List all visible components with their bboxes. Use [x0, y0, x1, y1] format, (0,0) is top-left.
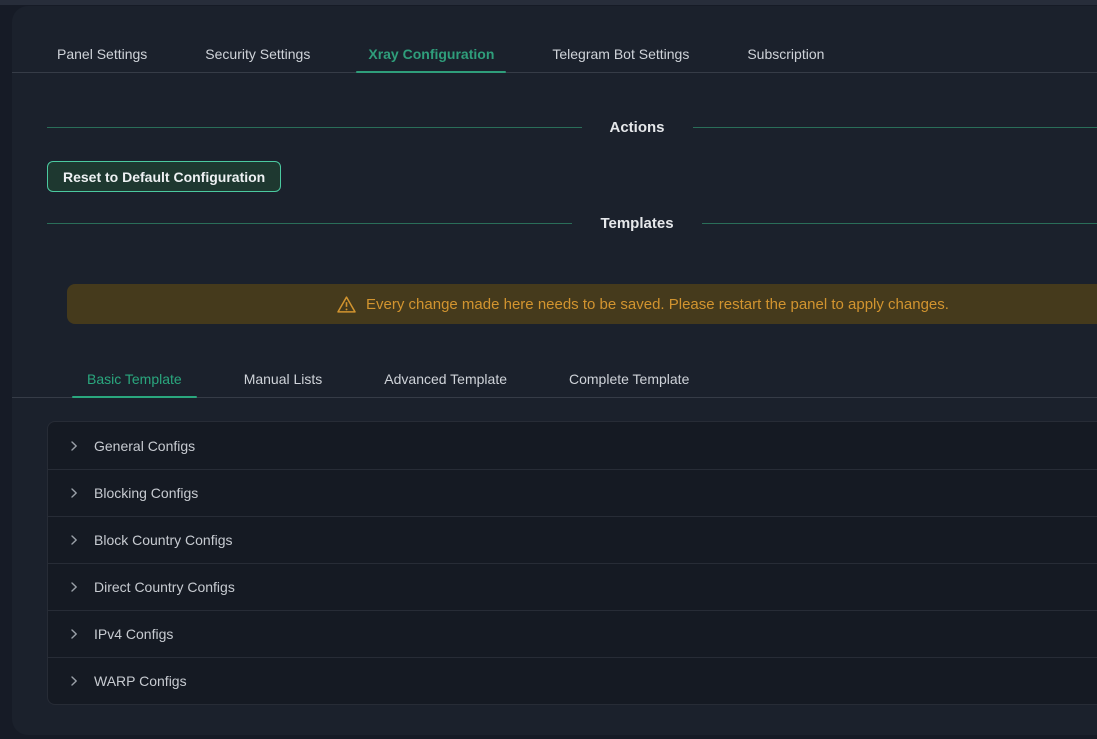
tab-telegram-bot-settings[interactable]: Telegram Bot Settings [540, 36, 701, 72]
tab-label: Complete Template [569, 371, 689, 387]
tab-manual-lists[interactable]: Manual Lists [229, 362, 338, 397]
collapse-header-general-configs[interactable]: General Configs [48, 422, 1097, 469]
template-tabs-bar: Basic Template Manual Lists Advanced Tem… [12, 362, 1097, 398]
chevron-right-icon [68, 581, 80, 593]
collapse-header-ipv4-configs[interactable]: IPv4 Configs [48, 610, 1097, 657]
divider-line [47, 127, 582, 128]
tab-label: Panel Settings [57, 46, 147, 62]
tab-label: Basic Template [87, 371, 182, 387]
templates-section-title: Templates [572, 215, 701, 232]
chevron-right-icon [68, 675, 80, 687]
tab-label: Subscription [747, 46, 824, 62]
actions-section-title: Actions [582, 119, 693, 136]
config-collapse-panel: General Configs Blocking Configs Block C… [47, 421, 1097, 705]
collapse-header-warp-configs[interactable]: WARP Configs [48, 657, 1097, 704]
tab-xray-configuration[interactable]: Xray Configuration [356, 36, 506, 72]
warning-triangle-icon [337, 296, 356, 313]
chevron-right-icon [68, 534, 80, 546]
collapse-header-label: General Configs [94, 438, 195, 454]
chevron-right-icon [68, 487, 80, 499]
restart-warning-alert: Every change made here needs to be saved… [67, 284, 1097, 324]
tab-panel-settings[interactable]: Panel Settings [45, 36, 159, 72]
collapse-header-label: WARP Configs [94, 673, 187, 689]
collapse-header-block-country-configs[interactable]: Block Country Configs [48, 516, 1097, 563]
tab-label: Xray Configuration [368, 46, 494, 62]
settings-card: Panel Settings Security Settings Xray Co… [12, 6, 1097, 735]
collapse-header-label: Direct Country Configs [94, 579, 235, 595]
tab-basic-template[interactable]: Basic Template [72, 362, 197, 397]
collapse-header-label: Block Country Configs [94, 532, 233, 548]
main-tabs-bar: Panel Settings Security Settings Xray Co… [12, 36, 1097, 73]
active-tab-underline [356, 71, 506, 73]
collapse-header-direct-country-configs[interactable]: Direct Country Configs [48, 563, 1097, 610]
tab-advanced-template[interactable]: Advanced Template [369, 362, 522, 397]
collapse-header-label: Blocking Configs [94, 485, 198, 501]
tab-security-settings[interactable]: Security Settings [193, 36, 322, 72]
divider-line [47, 223, 572, 224]
chevron-right-icon [68, 440, 80, 452]
reset-to-default-button[interactable]: Reset to Default Configuration [47, 161, 281, 192]
templates-section-divider: Templates [47, 211, 1097, 235]
divider-line [693, 127, 1097, 128]
collapse-header-label: IPv4 Configs [94, 626, 173, 642]
tab-complete-template[interactable]: Complete Template [554, 362, 704, 397]
tab-label: Telegram Bot Settings [552, 46, 689, 62]
header-bottom-strip [0, 0, 1097, 5]
tab-label: Advanced Template [384, 371, 507, 387]
warning-message: Every change made here needs to be saved… [366, 296, 949, 313]
active-tab-underline [72, 396, 197, 398]
actions-section-divider: Actions [47, 115, 1097, 139]
tab-subscription[interactable]: Subscription [735, 36, 836, 72]
collapse-header-blocking-configs[interactable]: Blocking Configs [48, 469, 1097, 516]
chevron-right-icon [68, 628, 80, 640]
tab-label: Manual Lists [244, 371, 323, 387]
divider-line [702, 223, 1097, 224]
tab-label: Security Settings [205, 46, 310, 62]
